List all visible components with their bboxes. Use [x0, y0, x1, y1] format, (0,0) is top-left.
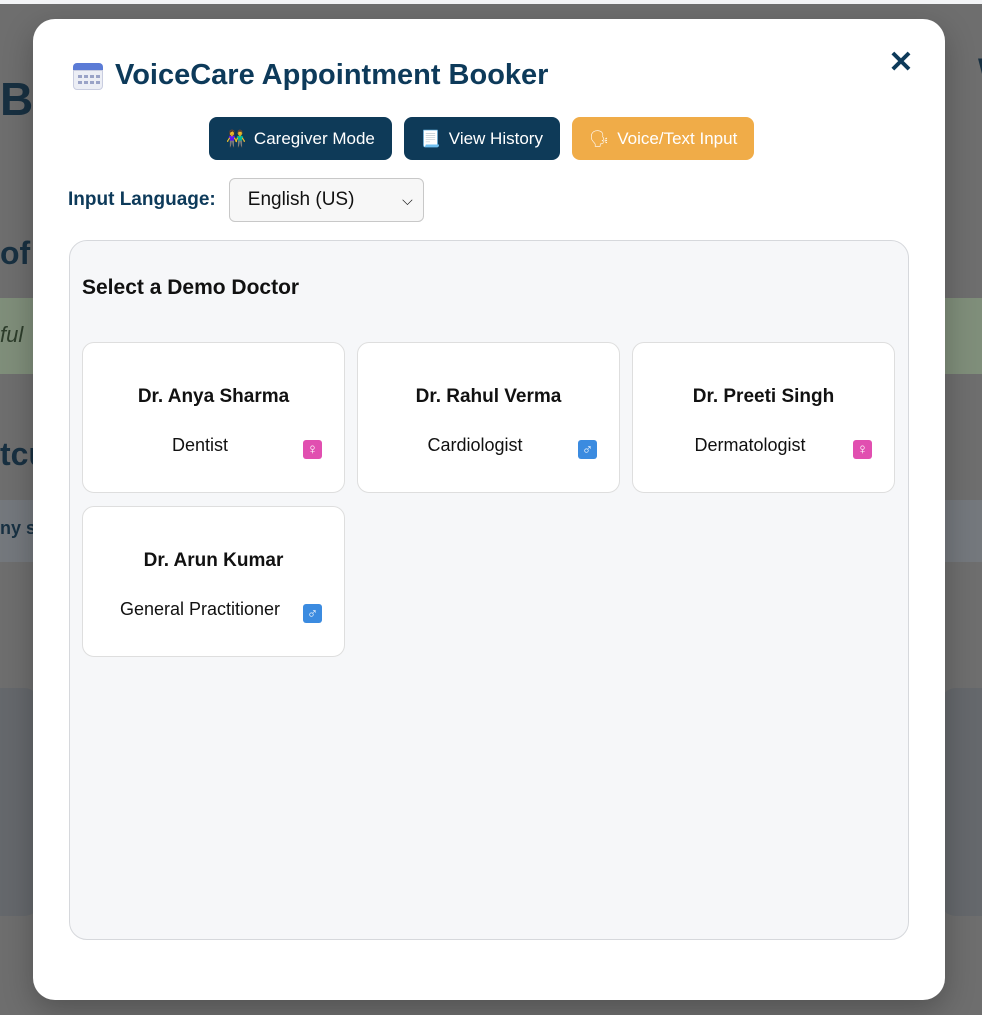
female-sign-icon: ♀	[303, 440, 322, 459]
background-subheading: of	[0, 235, 31, 271]
male-sign-icon: ♂	[303, 604, 322, 623]
panel-title: Select a Demo Doctor	[82, 276, 300, 299]
doctor-name: Dr. Preeti Singh	[692, 386, 835, 407]
doctor-name: Dr. Anya Sharma	[137, 386, 290, 407]
doctor-name: Dr. Arun Kumar	[143, 550, 284, 571]
male-sign-icon: ♂	[578, 440, 597, 459]
doctor-card-anya-sharma[interactable]: Dr. Anya Sharma Dentist ♀	[82, 342, 345, 493]
speaking-head-icon: 🗣	[588, 130, 610, 148]
language-selected-value: English (US)	[247, 189, 355, 210]
scroll-icon: 📃	[420, 130, 441, 148]
calendar-icon	[73, 61, 103, 91]
view-history-label: View History	[448, 128, 543, 148]
doctor-card-rahul-verma[interactable]: Dr. Rahul Verma Cardiologist ♂	[357, 342, 620, 493]
language-select[interactable]: English (US) ⌵	[228, 178, 424, 222]
background-info-text: ny s	[0, 518, 37, 538]
doctor-card-arun-kumar[interactable]: Dr. Arun Kumar General Practitioner ♂	[82, 506, 345, 657]
mode-toolbar: 👫 Caregiver Mode 📃 View History 🗣 Voice/…	[209, 117, 755, 160]
background-banner-text: ful	[0, 322, 24, 347]
background-topbar	[0, 0, 982, 4]
voice-text-input-label: Voice/Text Input	[617, 128, 738, 148]
chevron-down-icon: ⌵	[402, 191, 413, 208]
doctor-card-preeti-singh[interactable]: Dr. Preeti Singh Dermatologist ♀	[632, 342, 895, 493]
close-button[interactable]: ✕	[887, 48, 915, 78]
language-row: Input Language: English (US) ⌵	[68, 178, 424, 222]
people-icon: 👫	[226, 130, 246, 148]
caregiver-mode-button[interactable]: 👫 Caregiver Mode	[209, 117, 392, 160]
language-label: Input Language:	[68, 189, 216, 210]
appointment-modal: ✕ VoiceCare Appointment Booker 👫 Caregiv…	[33, 19, 945, 1000]
doctor-name: Dr. Rahul Verma	[415, 386, 562, 407]
background-card-right	[940, 688, 982, 916]
caregiver-mode-label: Caregiver Mode	[253, 128, 375, 148]
doctor-selection-panel: Select a Demo Doctor Dr. Anya Sharma Den…	[69, 240, 909, 940]
modal-title: VoiceCare Appointment Booker	[115, 59, 549, 91]
female-sign-icon: ♀	[853, 440, 872, 459]
view-history-button[interactable]: 📃 View History	[403, 117, 560, 160]
modal-header: VoiceCare Appointment Booker	[73, 59, 548, 92]
voice-text-input-button[interactable]: 🗣 Voice/Text Input	[571, 117, 755, 160]
background-right-heading: W	[978, 52, 982, 91]
